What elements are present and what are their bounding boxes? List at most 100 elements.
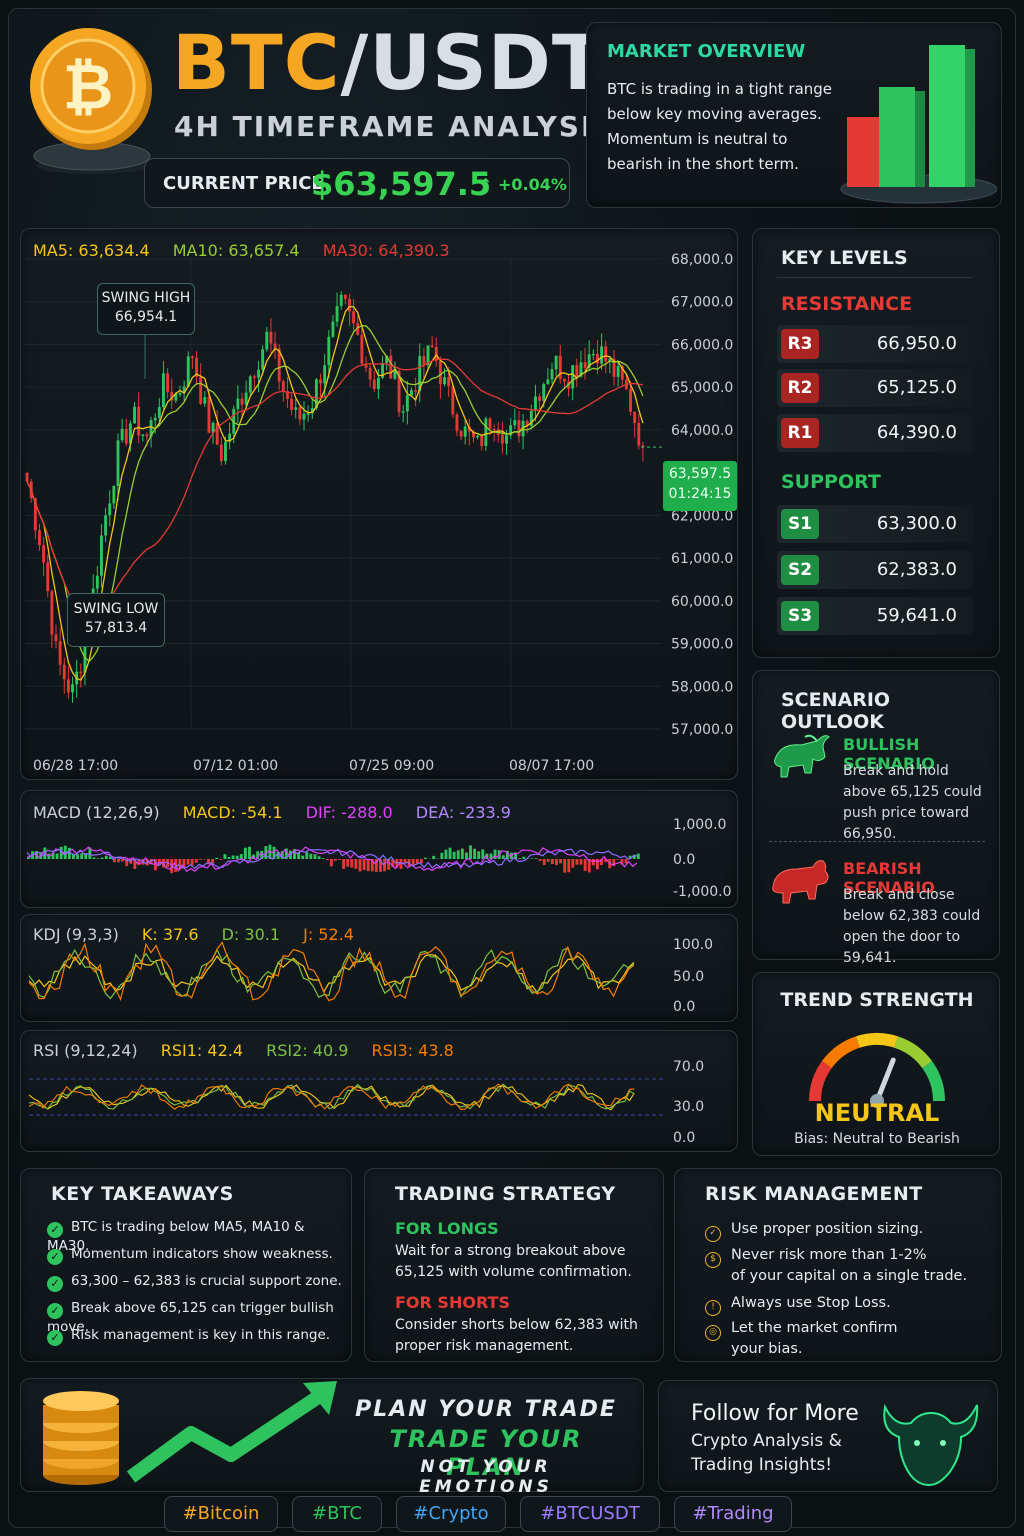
candle-body [596, 353, 599, 364]
check-icon: ✓ [47, 1330, 63, 1346]
rsi-chart[interactable]: 70.0 30.0 0.0 [21, 1031, 739, 1153]
candle-body [352, 311, 356, 324]
price-label: CURRENT PRICE [163, 173, 324, 194]
candle-body [224, 441, 227, 462]
candle-body [517, 420, 521, 437]
macd-histogram-bar [215, 857, 219, 859]
bearish-text: Break and close below 62,383 could open … [843, 887, 981, 966]
y-tick-label: 67,000.0 [671, 295, 733, 311]
slogan-panel: PLAN YOUR TRADE TRADE YOUR PLAN NOT YOUR… [20, 1378, 644, 1497]
y-tick-label: 57,000.0 [671, 722, 733, 738]
macd-histogram-bar [493, 849, 497, 859]
macd-histogram-bar [501, 855, 505, 859]
macd-histogram-bar [235, 855, 239, 859]
bull-head-icon [883, 1403, 979, 1487]
candle-body [306, 413, 310, 415]
macd-histogram-bar [636, 853, 640, 859]
candle-body [281, 381, 285, 392]
macd-histogram-bar [403, 859, 407, 863]
timeframe-subtitle: 4H TIMEFRAME ANALYSIS [174, 110, 616, 143]
macd-histogram-bar [571, 859, 575, 868]
bar-growth-icon [840, 45, 997, 204]
macd-histogram-bar [424, 857, 427, 859]
macd-histogram-bar [248, 846, 251, 859]
candle-body [376, 377, 380, 389]
resistance-title: RESISTANCE [781, 293, 913, 315]
x-tick-label: 07/12 01:00 [193, 758, 278, 774]
target-icon: ◎ [705, 1325, 721, 1341]
rsi-panel: RSI (9,12,24) RSI1: 42.4 RSI2: 40.9 RSI3… [20, 1030, 738, 1152]
candle-body [236, 398, 240, 409]
kdj-chart[interactable]: 100.0 50.0 0.0 [21, 915, 739, 1023]
macd-histogram-bar [80, 853, 84, 859]
candle-body [124, 428, 128, 444]
candle-body [637, 422, 641, 446]
slogan-line-3: NOT YOUR EMOTIONS [419, 1457, 553, 1497]
pair-quote: USDT [369, 18, 605, 107]
candle-body [360, 334, 364, 364]
follow-panel[interactable]: Follow for More Crypto Analysis & Tradin… [658, 1380, 998, 1492]
y-tick-label: 65,000.0 [671, 380, 733, 396]
candle-body [178, 393, 182, 395]
candle-body [54, 634, 58, 642]
candle-body [166, 373, 170, 392]
candle-body [438, 361, 442, 385]
candle-body [339, 294, 343, 307]
y-tick-label: 66,000.0 [671, 337, 733, 353]
overview-title: MARKET OVERVIEW [607, 41, 806, 62]
level-row-s3: S3 59,641.0 [777, 597, 973, 635]
risk-text: Always use Stop Loss. [731, 1295, 891, 1311]
divider [777, 277, 973, 278]
level-value: 62,383.0 [876, 559, 957, 580]
macd-histogram-bar [583, 859, 587, 871]
swing-high-callout: SWING HIGH 66,954.1 [97, 283, 195, 335]
risk-item: ◎ Let the market confirm [705, 1318, 898, 1341]
macd-chart[interactable]: 1,000.0 0.0 -1,000.0 [21, 791, 739, 909]
risk-item-cont: of your capital on a single trade. [731, 1266, 967, 1287]
follow-text-1: Crypto Analysis & [691, 1431, 842, 1451]
candle-body [100, 535, 103, 576]
macd-histogram-bar [559, 859, 562, 864]
macd-histogram-bar [460, 848, 464, 859]
candle-body [505, 435, 508, 444]
macd-histogram-bar [469, 845, 472, 859]
hashtag-btc[interactable]: #BTC [292, 1496, 382, 1532]
macd-histogram-bar [567, 859, 571, 873]
gauge-segment [809, 1061, 832, 1102]
hashtag-crypto[interactable]: #Crypto [396, 1496, 506, 1532]
macd-histogram-bar [334, 859, 337, 861]
macd-histogram-bar [473, 848, 477, 859]
level-tag: S3 [781, 601, 819, 631]
hashtag-btcusdt[interactable]: #BTCUSDT [520, 1496, 660, 1532]
candle-body [71, 684, 74, 693]
risk-item: ✓ Use proper position sizing. [705, 1219, 923, 1242]
candle-body [62, 664, 66, 680]
hashtag-trading[interactable]: #Trading [674, 1496, 792, 1532]
x-tick-label: 06/28 17:00 [33, 758, 118, 774]
candle-body [405, 395, 409, 412]
macd-histogram-bar [313, 854, 317, 859]
check-icon: ✓ [47, 1276, 63, 1292]
candle-body [451, 386, 455, 415]
candle-body [42, 545, 46, 563]
takeaway-item: ✓ 63,300 – 62,383 is crucial support zone… [47, 1273, 342, 1292]
candle-body [79, 671, 83, 674]
pair-sep: / [340, 18, 370, 107]
candle-body [534, 396, 537, 411]
candle-body [389, 355, 393, 379]
macd-histogram-bar [346, 859, 350, 867]
candle-body [319, 379, 322, 384]
level-row-r1: R1 64,390.0 [777, 414, 973, 452]
macd-histogram-bar [452, 851, 456, 859]
svg-text:₿: ₿ [63, 50, 114, 123]
candle-body [562, 378, 566, 382]
macd-histogram-bar [227, 857, 231, 859]
key-levels-title: KEY LEVELS [781, 247, 908, 269]
candle-body [550, 369, 554, 380]
hashtag-bitcoin[interactable]: #Bitcoin [164, 1496, 278, 1532]
market-overview-panel: MARKET OVERVIEW BTC is trading in a tigh… [586, 22, 1002, 208]
candle-body [629, 388, 632, 412]
candle-body [120, 428, 124, 441]
macd-histogram-bar [47, 853, 51, 859]
longs-text: Wait for a strong breakout above 65,125 … [395, 1243, 632, 1280]
